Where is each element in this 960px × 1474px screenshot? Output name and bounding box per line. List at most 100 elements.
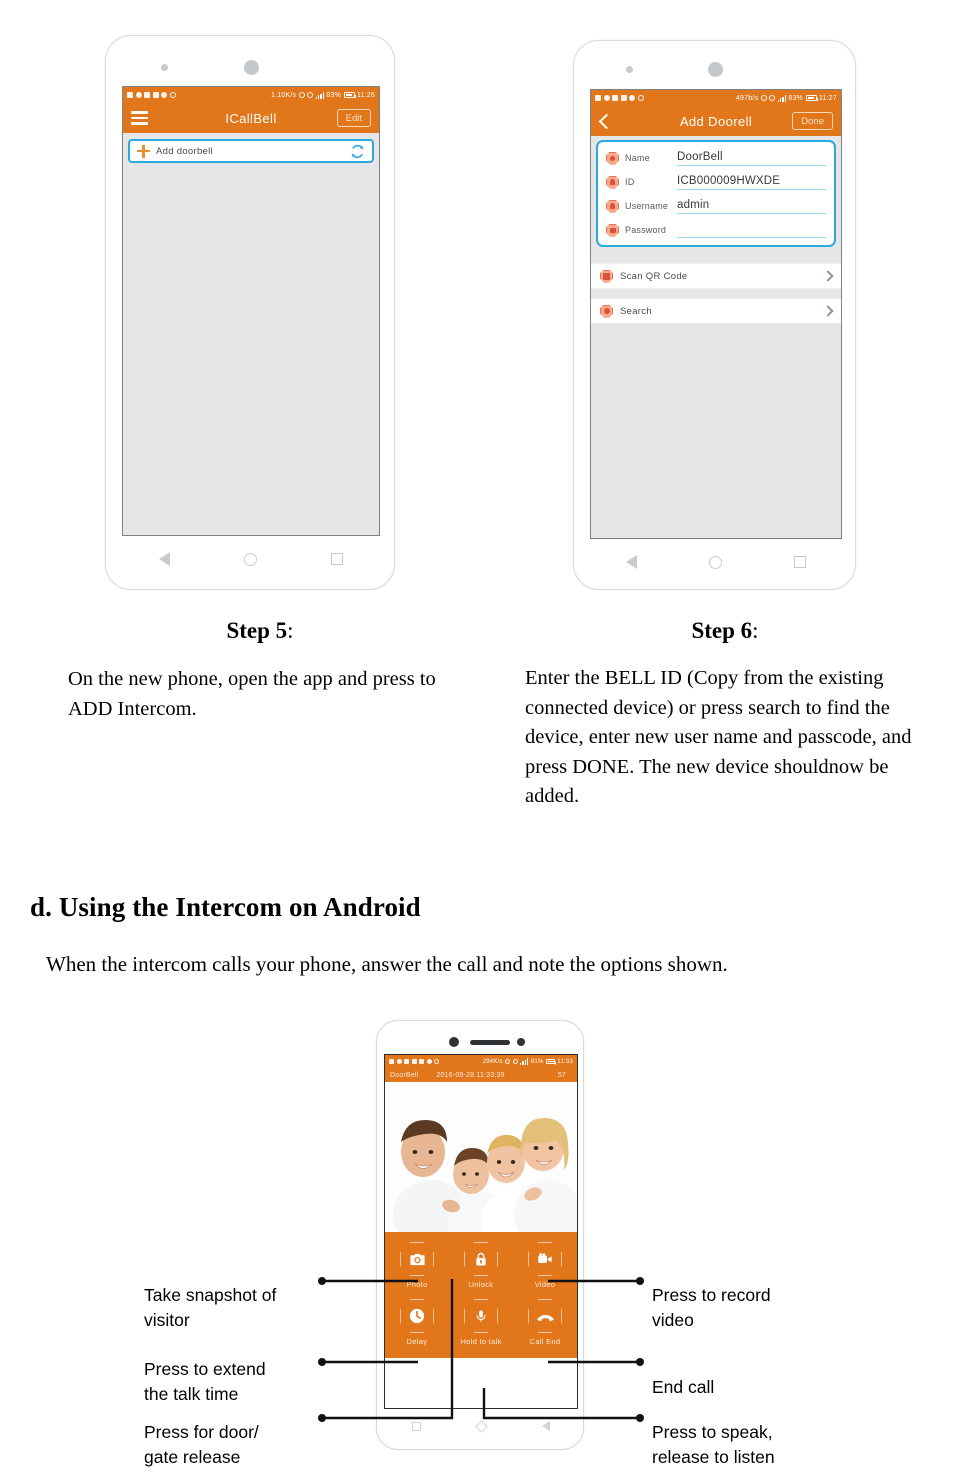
search-row[interactable]: Search — [591, 298, 841, 324]
trash-icon — [404, 1059, 409, 1064]
settings-icon — [426, 1059, 432, 1064]
clock-icon — [400, 1299, 434, 1333]
annotation-text: Press to speak, release to listen — [652, 1422, 775, 1467]
hamburger-icon[interactable] — [131, 111, 148, 125]
battery-icon — [343, 92, 356, 98]
bell-icon — [606, 175, 619, 189]
recents-icon[interactable] — [412, 1421, 421, 1431]
recents-icon[interactable] — [794, 556, 806, 568]
alarm-icon — [505, 1059, 511, 1064]
add-doorbell-row[interactable]: Add doorbell — [128, 139, 374, 163]
call-controls: Photo Unlock Video Delay Hold to talk Ca… — [385, 1232, 577, 1358]
delay-button[interactable]: Delay — [385, 1299, 449, 1346]
unlock-button[interactable]: Unlock — [449, 1242, 513, 1289]
field-label: ID — [625, 177, 635, 187]
photo-button[interactable]: Photo — [385, 1242, 449, 1289]
hold-to-talk-button[interactable]: Hold to talk — [449, 1299, 513, 1346]
name-field[interactable]: DoorBell — [677, 151, 826, 166]
step6-body: Enter the BELL ID (Copy from the existin… — [525, 664, 937, 812]
photo-label: Photo — [406, 1280, 428, 1289]
search-icon — [600, 304, 613, 318]
network-speed: 1.10K/s — [271, 91, 297, 99]
phone2-screen: 497b/s 83% 11:27 Add Doorell Done Name D… — [590, 89, 842, 539]
microphone-icon — [464, 1299, 498, 1333]
settings-icon — [629, 95, 635, 101]
sync-icon — [169, 92, 176, 98]
image-icon — [152, 92, 159, 98]
add-doorbell-form: Name DoorBell ID ICB000009HWXDE Username… — [596, 140, 836, 247]
home-icon[interactable] — [475, 1419, 488, 1433]
form-row-id[interactable]: ID ICB000009HWXDE — [598, 169, 834, 193]
droplet-icon — [603, 95, 610, 101]
message-icon — [612, 95, 618, 101]
back-icon[interactable] — [542, 1421, 550, 1431]
status-icons-right: 497b/s 83% 11:27 — [736, 95, 837, 102]
id-field[interactable]: ICB000009HWXDE — [677, 175, 826, 190]
phone1-app-bar: ICallBell Edit — [123, 103, 379, 133]
form-row-password[interactable]: Password — [598, 217, 834, 241]
annotation-door-release: Press for door/ gate release — [144, 1395, 324, 1470]
password-field[interactable] — [677, 223, 826, 238]
home-icon[interactable] — [244, 552, 257, 566]
message-icon — [144, 92, 150, 98]
proximity-sensor-icon — [517, 1038, 525, 1046]
device-name: DoorBell — [390, 1071, 419, 1079]
front-camera-icon — [161, 64, 168, 71]
sync-icon — [434, 1059, 439, 1064]
step5-title-text: Step 5 — [226, 618, 288, 643]
chevron-right-icon — [822, 305, 834, 317]
form-row-name[interactable]: Name DoorBell — [598, 145, 834, 169]
section-heading: d. Using the Intercom on Android — [30, 892, 421, 923]
signal-icon — [777, 95, 786, 102]
delay-label: Delay — [406, 1337, 428, 1346]
unlock-label: Unlock — [468, 1280, 494, 1289]
chevron-right-icon — [822, 270, 834, 282]
phone3-android-navbar — [384, 1411, 578, 1441]
step5-title: Step 5: — [60, 618, 460, 644]
phone1-status-bar: 1.10K/s 83% 11:26 — [123, 87, 379, 103]
done-button[interactable]: Done — [792, 112, 833, 130]
form-row-username[interactable]: Username admin — [598, 193, 834, 217]
earpiece-speaker — [244, 60, 259, 75]
search-label: Search — [620, 305, 652, 317]
lock-icon — [606, 223, 619, 237]
visitor-video-feed — [385, 1082, 577, 1232]
camera-icon — [400, 1242, 434, 1276]
home-icon[interactable] — [709, 555, 722, 569]
status-icons-left — [595, 95, 644, 101]
front-camera-icon — [449, 1037, 459, 1047]
user-icon — [606, 199, 619, 213]
chevron-left-icon[interactable] — [598, 113, 615, 129]
field-label: Password — [625, 225, 667, 235]
image-icon — [620, 95, 627, 101]
scan-qr-code-row[interactable]: Scan QR Code — [591, 263, 841, 289]
call-counter: 57 — [557, 1071, 566, 1079]
alarm-icon — [298, 92, 305, 98]
call-end-button[interactable]: Call End — [513, 1299, 577, 1346]
message-icon — [411, 1059, 417, 1064]
step5-body-text: On the new phone, open the app and press… — [68, 668, 436, 720]
call-timestamp: 2016-09-28 11:33:39 — [436, 1071, 505, 1079]
video-icon — [528, 1242, 562, 1276]
edit-button[interactable]: Edit — [336, 109, 371, 127]
field-label: Name — [625, 153, 650, 163]
step6-colon: : — [752, 618, 759, 643]
sync-icon — [637, 95, 644, 101]
back-icon[interactable] — [159, 552, 170, 566]
back-icon[interactable] — [626, 555, 637, 569]
signal-icon — [315, 92, 324, 99]
status-icons-right: 294K/s 81% 11:33 — [483, 1058, 573, 1065]
annotation-text: Press to record video — [652, 1285, 771, 1330]
recents-icon[interactable] — [331, 553, 343, 565]
field-label: Username — [625, 201, 669, 211]
video-button[interactable]: Video — [513, 1242, 577, 1289]
username-field[interactable]: admin — [677, 199, 826, 214]
battery-icon — [805, 95, 818, 101]
phone-down-icon — [528, 1299, 562, 1333]
droplet-icon — [135, 92, 142, 98]
phone-mockup-call-screen: 294K/s 81% 11:33 DoorBell 2016-09-28 11:… — [376, 1020, 584, 1450]
phone-mockup-step6: 497b/s 83% 11:27 Add Doorell Done Name D… — [573, 40, 856, 590]
refresh-icon[interactable] — [350, 144, 365, 159]
phone2-app-bar: Add Doorell Done — [591, 106, 841, 136]
settings-icon — [161, 92, 167, 98]
